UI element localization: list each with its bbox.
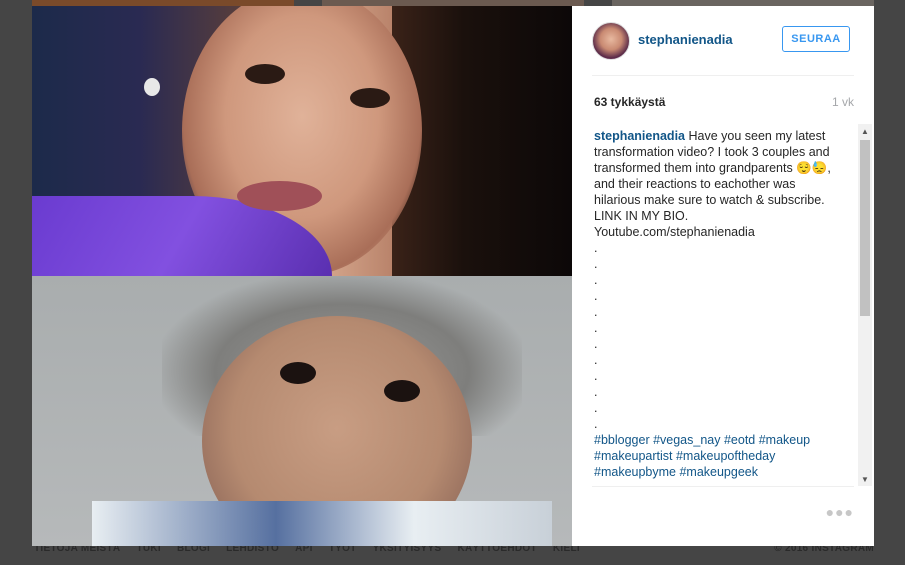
photo-before (32, 6, 572, 276)
username-link[interactable]: stephanienadia (638, 32, 733, 47)
scroll-thumb[interactable] (860, 140, 870, 316)
photo-eye (280, 362, 316, 384)
ellipsis-icon[interactable]: ●●● (826, 504, 854, 520)
divider (592, 75, 854, 76)
post-header: stephanienadia SEURAA (572, 6, 874, 76)
divider (592, 486, 854, 487)
scroll-down-arrow-icon[interactable]: ▼ (858, 472, 872, 486)
avatar[interactable] (592, 22, 630, 60)
post-time[interactable]: 1 vk (832, 95, 854, 109)
caption: stephanienadia Have you seen my latest t… (594, 128, 834, 480)
post-photo[interactable] (32, 6, 572, 546)
photo-eye (350, 88, 390, 108)
post-side-panel: stephanienadia SEURAA 63 tykkäystä 1 vk … (572, 6, 874, 546)
photo-after (32, 276, 572, 546)
photo-eye (245, 64, 285, 84)
photo-earring (144, 78, 160, 96)
photo-lips (237, 181, 322, 211)
likes-count[interactable]: 63 tykkäystä (594, 95, 665, 109)
caption-username[interactable]: stephanienadia (594, 129, 685, 143)
scroll-up-arrow-icon[interactable]: ▲ (858, 124, 872, 138)
comments-scrollbar[interactable]: ▲ ▼ (858, 124, 872, 486)
photo-eye (384, 380, 420, 402)
comments-list[interactable]: stephanienadia Have you seen my latest t… (594, 124, 856, 486)
follow-button[interactable]: SEURAA (782, 26, 850, 52)
photo-collar (92, 501, 552, 546)
caption-hashtags[interactable]: #bblogger #vegas_nay #eotd #makeup #make… (594, 433, 814, 479)
caption-text: Have you seen my latest transformation v… (594, 129, 831, 431)
